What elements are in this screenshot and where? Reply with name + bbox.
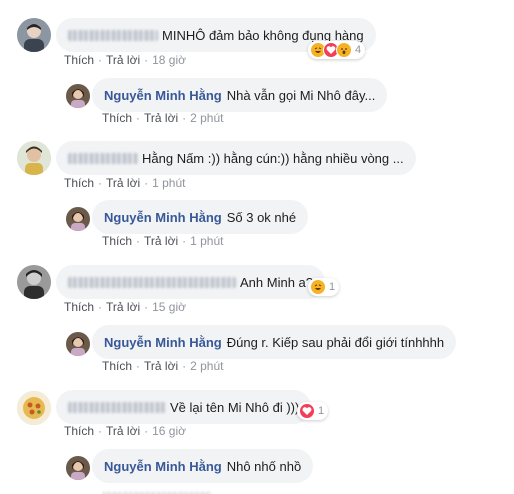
reaction-count: 1	[318, 405, 325, 417]
reply-link[interactable]: Trả lời	[144, 234, 178, 248]
comment-text: Về lại tên Mi Nhô đi )))	[170, 399, 300, 415]
reaction-summary[interactable]: 1	[297, 402, 329, 420]
blurred-author-name[interactable]	[68, 401, 166, 413]
like-link[interactable]: Thích	[64, 53, 94, 67]
comment-actions: Thích · Trả lời · 18 giờ	[64, 53, 186, 67]
reply-avatar[interactable]	[66, 207, 90, 231]
author-name[interactable]: Nguyễn Minh Hằng	[104, 335, 222, 350]
reply-text: Nhà vẫn gọi Mi Nhô đây...	[226, 87, 376, 103]
author-name[interactable]: Nguyễn Minh Hằng	[104, 88, 222, 103]
author-name[interactable]: Nguyễn Minh Hằng	[104, 210, 222, 225]
reply-link[interactable]: Trả lời	[106, 176, 140, 190]
timestamp[interactable]: 1 phút	[190, 234, 223, 248]
reaction-summary[interactable]: 1	[308, 278, 340, 296]
avatar[interactable]	[17, 18, 51, 52]
reply-avatar[interactable]	[66, 332, 90, 356]
avatar[interactable]	[17, 391, 51, 425]
comment-bubble: Hằng Nấm :)) hằng cún:)) hằng nhiều vòng…	[56, 141, 416, 175]
comment-actions: Thích · Trả lời · 1 phút	[64, 176, 186, 190]
blurred-author-name[interactable]	[68, 29, 158, 41]
like-link[interactable]: Thích	[64, 300, 94, 314]
reaction-summary[interactable]: 4	[308, 41, 366, 59]
like-link[interactable]: Thích	[64, 424, 94, 438]
reply-text: Số 3 ok nhé	[226, 209, 297, 225]
comment-actions: Thích · Trả lời · 16 giờ	[64, 424, 186, 438]
reply-avatar[interactable]	[66, 84, 90, 108]
like-link[interactable]: Thích	[102, 359, 132, 373]
comment-text: Anh Minh a?	[240, 274, 313, 290]
blurred-author-name[interactable]	[68, 276, 236, 288]
love-icon	[299, 403, 315, 419]
like-link[interactable]: Thích	[64, 176, 94, 190]
comment-bubble: Về lại tên Mi Nhô đi )))	[56, 390, 312, 424]
timestamp[interactable]: 16 giờ	[152, 424, 186, 438]
blurred-author-name[interactable]	[68, 152, 138, 164]
haha-icon	[310, 279, 326, 295]
wow-icon	[336, 42, 352, 58]
reply-text: Nhô nhố nhồ	[226, 458, 302, 474]
reply-link[interactable]: Trả lời	[106, 300, 140, 314]
reply-link[interactable]: Trả lời	[106, 53, 140, 67]
comment-bubble: Anh Minh a?	[56, 265, 325, 299]
like-link[interactable]: Thích	[102, 111, 132, 125]
reply-avatar[interactable]	[66, 456, 90, 480]
reply-link[interactable]: Trả lời	[144, 359, 178, 373]
reply-bubble: Nguyễn Minh Hằng Nhà vẫn gọi Mi Nhô đây.…	[92, 78, 388, 112]
reply-actions: Thích · Trả lời · 2 phút	[102, 359, 224, 373]
reply-link[interactable]: Trả lời	[144, 111, 178, 125]
reply-actions: Thích · Trả lời · 1 phút	[102, 234, 224, 248]
reaction-count: 4	[355, 44, 362, 56]
avatar[interactable]	[17, 265, 51, 299]
like-link[interactable]: Thích	[102, 234, 132, 248]
timestamp[interactable]: 2 phút	[190, 111, 223, 125]
comment-text: Hằng Nấm :)) hằng cún:)) hằng nhiều vòng…	[142, 150, 404, 166]
reply-bubble: Nguyễn Minh Hằng Nhô nhố nhồ	[92, 449, 314, 483]
timestamp[interactable]: 15 giờ	[152, 300, 186, 314]
timestamp[interactable]: 1 phút	[152, 176, 185, 190]
timestamp[interactable]: 18 giờ	[152, 53, 186, 67]
reply-actions: Thích · Trả lời · 2 phút	[102, 111, 224, 125]
author-name[interactable]: Nguyễn Minh Hằng	[104, 459, 222, 474]
comment-actions: Thích · Trả lời · 15 giờ	[64, 300, 186, 314]
reply-actions-partial	[102, 487, 216, 494]
reply-bubble: Nguyễn Minh Hằng Đúng r. Kiếp sau phải đ…	[92, 325, 457, 359]
reply-bubble: Nguyễn Minh Hằng Số 3 ok nhé	[92, 200, 309, 234]
reaction-count: 1	[329, 281, 336, 293]
reply-text: Đúng r. Kiếp sau phải đổi giới tínhhhh	[226, 334, 445, 350]
avatar[interactable]	[17, 141, 51, 175]
reply-link[interactable]: Trả lời	[106, 424, 140, 438]
timestamp[interactable]: 2 phút	[190, 359, 223, 373]
